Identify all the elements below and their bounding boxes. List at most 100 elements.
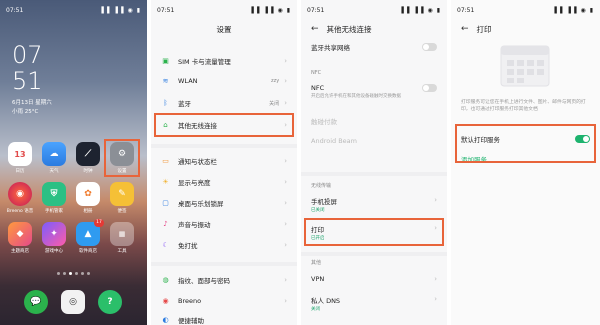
- chevron-right-icon: ›: [284, 157, 287, 165]
- divider: [151, 262, 297, 266]
- page-title: 设置: [216, 24, 232, 34]
- nfc-toggle[interactable]: [422, 84, 437, 92]
- speaker-icon: ♪: [163, 220, 168, 228]
- theme-store-icon[interactable]: ◆: [8, 222, 32, 246]
- settings-item-sound[interactable]: ♪ 声音与振动 ›: [151, 217, 297, 231]
- vpn-row[interactable]: VPN ›: [301, 272, 447, 286]
- app-label: 软件商店: [79, 249, 97, 254]
- home-screen: 07:51 ▐▐ ▐▐ ◉ ▮ 07 51 6月13日 星期六 小雨 25°C …: [0, 0, 147, 325]
- app-label: 天气: [49, 169, 59, 174]
- status-bar: 07:51 ▐▐ ▐▐ ◉ ▮: [307, 6, 441, 14]
- chevron-right-icon: ›: [284, 57, 287, 65]
- sun-icon: ☀: [162, 178, 169, 186]
- status-time: 07:51: [6, 6, 24, 14]
- fingerprint-icon: ◍: [162, 276, 169, 284]
- bt-tethering-row[interactable]: 蓝牙共享网络: [301, 40, 447, 54]
- print-description: 打印服务可让您在手机上进行文件、图片、邮件与网页的打印，也可通过打印服务打印其他…: [461, 100, 586, 112]
- settings-item-assist[interactable]: ◐ 便捷辅助: [151, 314, 297, 325]
- chevron-right-icon: ›: [284, 276, 287, 284]
- messages-icon[interactable]: 💬: [24, 290, 48, 314]
- app-label: 手机管家: [45, 209, 63, 214]
- nfc-row[interactable]: NFC 开启后允许手机在和其他设备碰触时交换数据: [301, 84, 447, 104]
- app-label: 主题商店: [11, 249, 29, 254]
- chevron-right-icon: ›: [434, 275, 437, 283]
- settings-item-sim[interactable]: ▣ SIM 卡与流量管理 ›: [151, 54, 297, 68]
- settings-screen: 07:51 ▐▐ ▐▐ ◉ ▮ 设置 ▣ SIM 卡与流量管理 › ≋ WLAN z…: [151, 0, 297, 325]
- settings-item-breeno[interactable]: ◉ Breeno ›: [151, 294, 297, 308]
- section-other: 其他: [311, 260, 322, 266]
- game-center-icon[interactable]: ✦: [42, 222, 66, 246]
- calendar-app-icon[interactable]: 13: [8, 142, 32, 166]
- camera-icon[interactable]: ◎: [61, 290, 85, 314]
- bell-icon: ▭: [162, 157, 169, 165]
- private-dns-row[interactable]: 私人 DNS 关闭 ›: [301, 295, 447, 315]
- bt-tethering-toggle[interactable]: [422, 43, 437, 51]
- clock-app-icon[interactable]: ⟋: [76, 142, 100, 166]
- divider: [301, 252, 447, 256]
- chevron-right-icon: ›: [284, 99, 287, 107]
- status-bar: 07:51 ▐▐ ▐▐ ◉ ▮: [0, 0, 147, 20]
- app-label: 工具: [117, 249, 127, 254]
- page-title: 其他无线连接: [326, 24, 372, 34]
- wireless-screen: 07:51 ▐▐ ▐▐ ◉ ▮ ← 其他无线连接 蓝牙共享网络 NFC NFC 开…: [301, 0, 447, 325]
- chevron-right-icon: ›: [284, 241, 287, 249]
- app-label: 时钟: [83, 169, 93, 174]
- settings-item-desktop[interactable]: ▢ 桌面与乐划锁屏 ›: [151, 196, 297, 210]
- settings-item-dnd[interactable]: ☾ 免打扰 ›: [151, 238, 297, 252]
- page-indicator: [51, 272, 96, 275]
- assist-icon: ◐: [162, 316, 169, 324]
- app-label: 相册: [83, 209, 93, 214]
- gallery-icon[interactable]: ✿: [76, 182, 100, 206]
- store-badge: 17: [94, 219, 104, 227]
- nav-bar: ← 打印: [451, 20, 600, 38]
- app-label: 日历: [15, 169, 25, 174]
- android-beam-row: Android Beam: [311, 137, 357, 145]
- back-arrow-icon[interactable]: ←: [311, 24, 319, 34]
- wifi-icon: ≋: [162, 77, 169, 85]
- breeno-icon: ◉: [162, 297, 169, 305]
- status-bar: 07:51 ▐▐ ▐▐ ◉ ▮: [457, 6, 594, 14]
- section-transfer: 无线传输: [311, 183, 332, 189]
- desktop-icon: ▢: [162, 199, 169, 207]
- wireless-highlight: [154, 113, 294, 137]
- touch-pay-row: 触碰付款: [311, 118, 337, 126]
- sim-icon: ▣: [162, 57, 169, 65]
- section-nfc: NFC: [311, 70, 322, 76]
- back-arrow-icon[interactable]: ←: [461, 24, 469, 34]
- home-date: 6月13日 星期六: [12, 100, 52, 106]
- breeno-voice-icon[interactable]: ◉: [8, 182, 32, 206]
- settings-highlight: [104, 139, 140, 177]
- weather-app-icon[interactable]: ☁: [42, 142, 66, 166]
- settings-item-notifications[interactable]: ▭ 通知与状态栏 ›: [151, 154, 297, 168]
- settings-item-wlan[interactable]: ≋ WLAN zzy ›: [151, 74, 297, 88]
- chevron-right-icon: ›: [284, 297, 287, 305]
- page-title: 打印: [476, 24, 492, 34]
- divider: [301, 172, 447, 176]
- help-icon[interactable]: ?: [98, 290, 122, 314]
- chevron-right-icon: ›: [434, 295, 437, 303]
- settings-item-display[interactable]: ☀ 显示与亮度 ›: [151, 175, 297, 189]
- tools-folder-icon[interactable]: ▦: [110, 222, 134, 246]
- settings-item-security[interactable]: ◍ 指纹、面部与密码 ›: [151, 273, 297, 287]
- chevron-right-icon: ›: [284, 199, 287, 207]
- screencast-row[interactable]: 手机投屏 已关闭 ›: [301, 196, 447, 214]
- print-highlight: [304, 218, 444, 246]
- divider: [151, 144, 297, 148]
- chevron-right-icon: ›: [434, 196, 437, 204]
- print-screen: 07:51 ▐▐ ▐▐ ◉ ▮ ← 打印 打印服务可让您在手机上进行文件、图片、…: [451, 0, 600, 325]
- chevron-right-icon: ›: [284, 178, 287, 186]
- nav-bar: ← 其他无线连接: [301, 20, 447, 38]
- chevron-right-icon: ›: [284, 77, 287, 85]
- print-service-highlight: [455, 124, 596, 163]
- notes-icon[interactable]: ✎: [110, 182, 134, 206]
- status-icons: ▐▐ ▐▐ ◉ ▮: [99, 6, 141, 14]
- app-label: 游戏中心: [45, 249, 63, 254]
- status-bar: 07:51 ▐▐ ▐▐ ◉ ▮: [157, 6, 291, 14]
- bluetooth-icon: ᛒ: [163, 99, 168, 107]
- settings-item-bluetooth[interactable]: ᛒ 蓝牙 关闭 ›: [151, 96, 297, 110]
- phone-manager-icon[interactable]: ⛨: [42, 182, 66, 206]
- app-label: Breeno 语音: [6, 209, 34, 214]
- printer-illustration-icon: [500, 45, 550, 87]
- chevron-right-icon: ›: [284, 220, 287, 228]
- home-clock: 07 51: [12, 41, 43, 95]
